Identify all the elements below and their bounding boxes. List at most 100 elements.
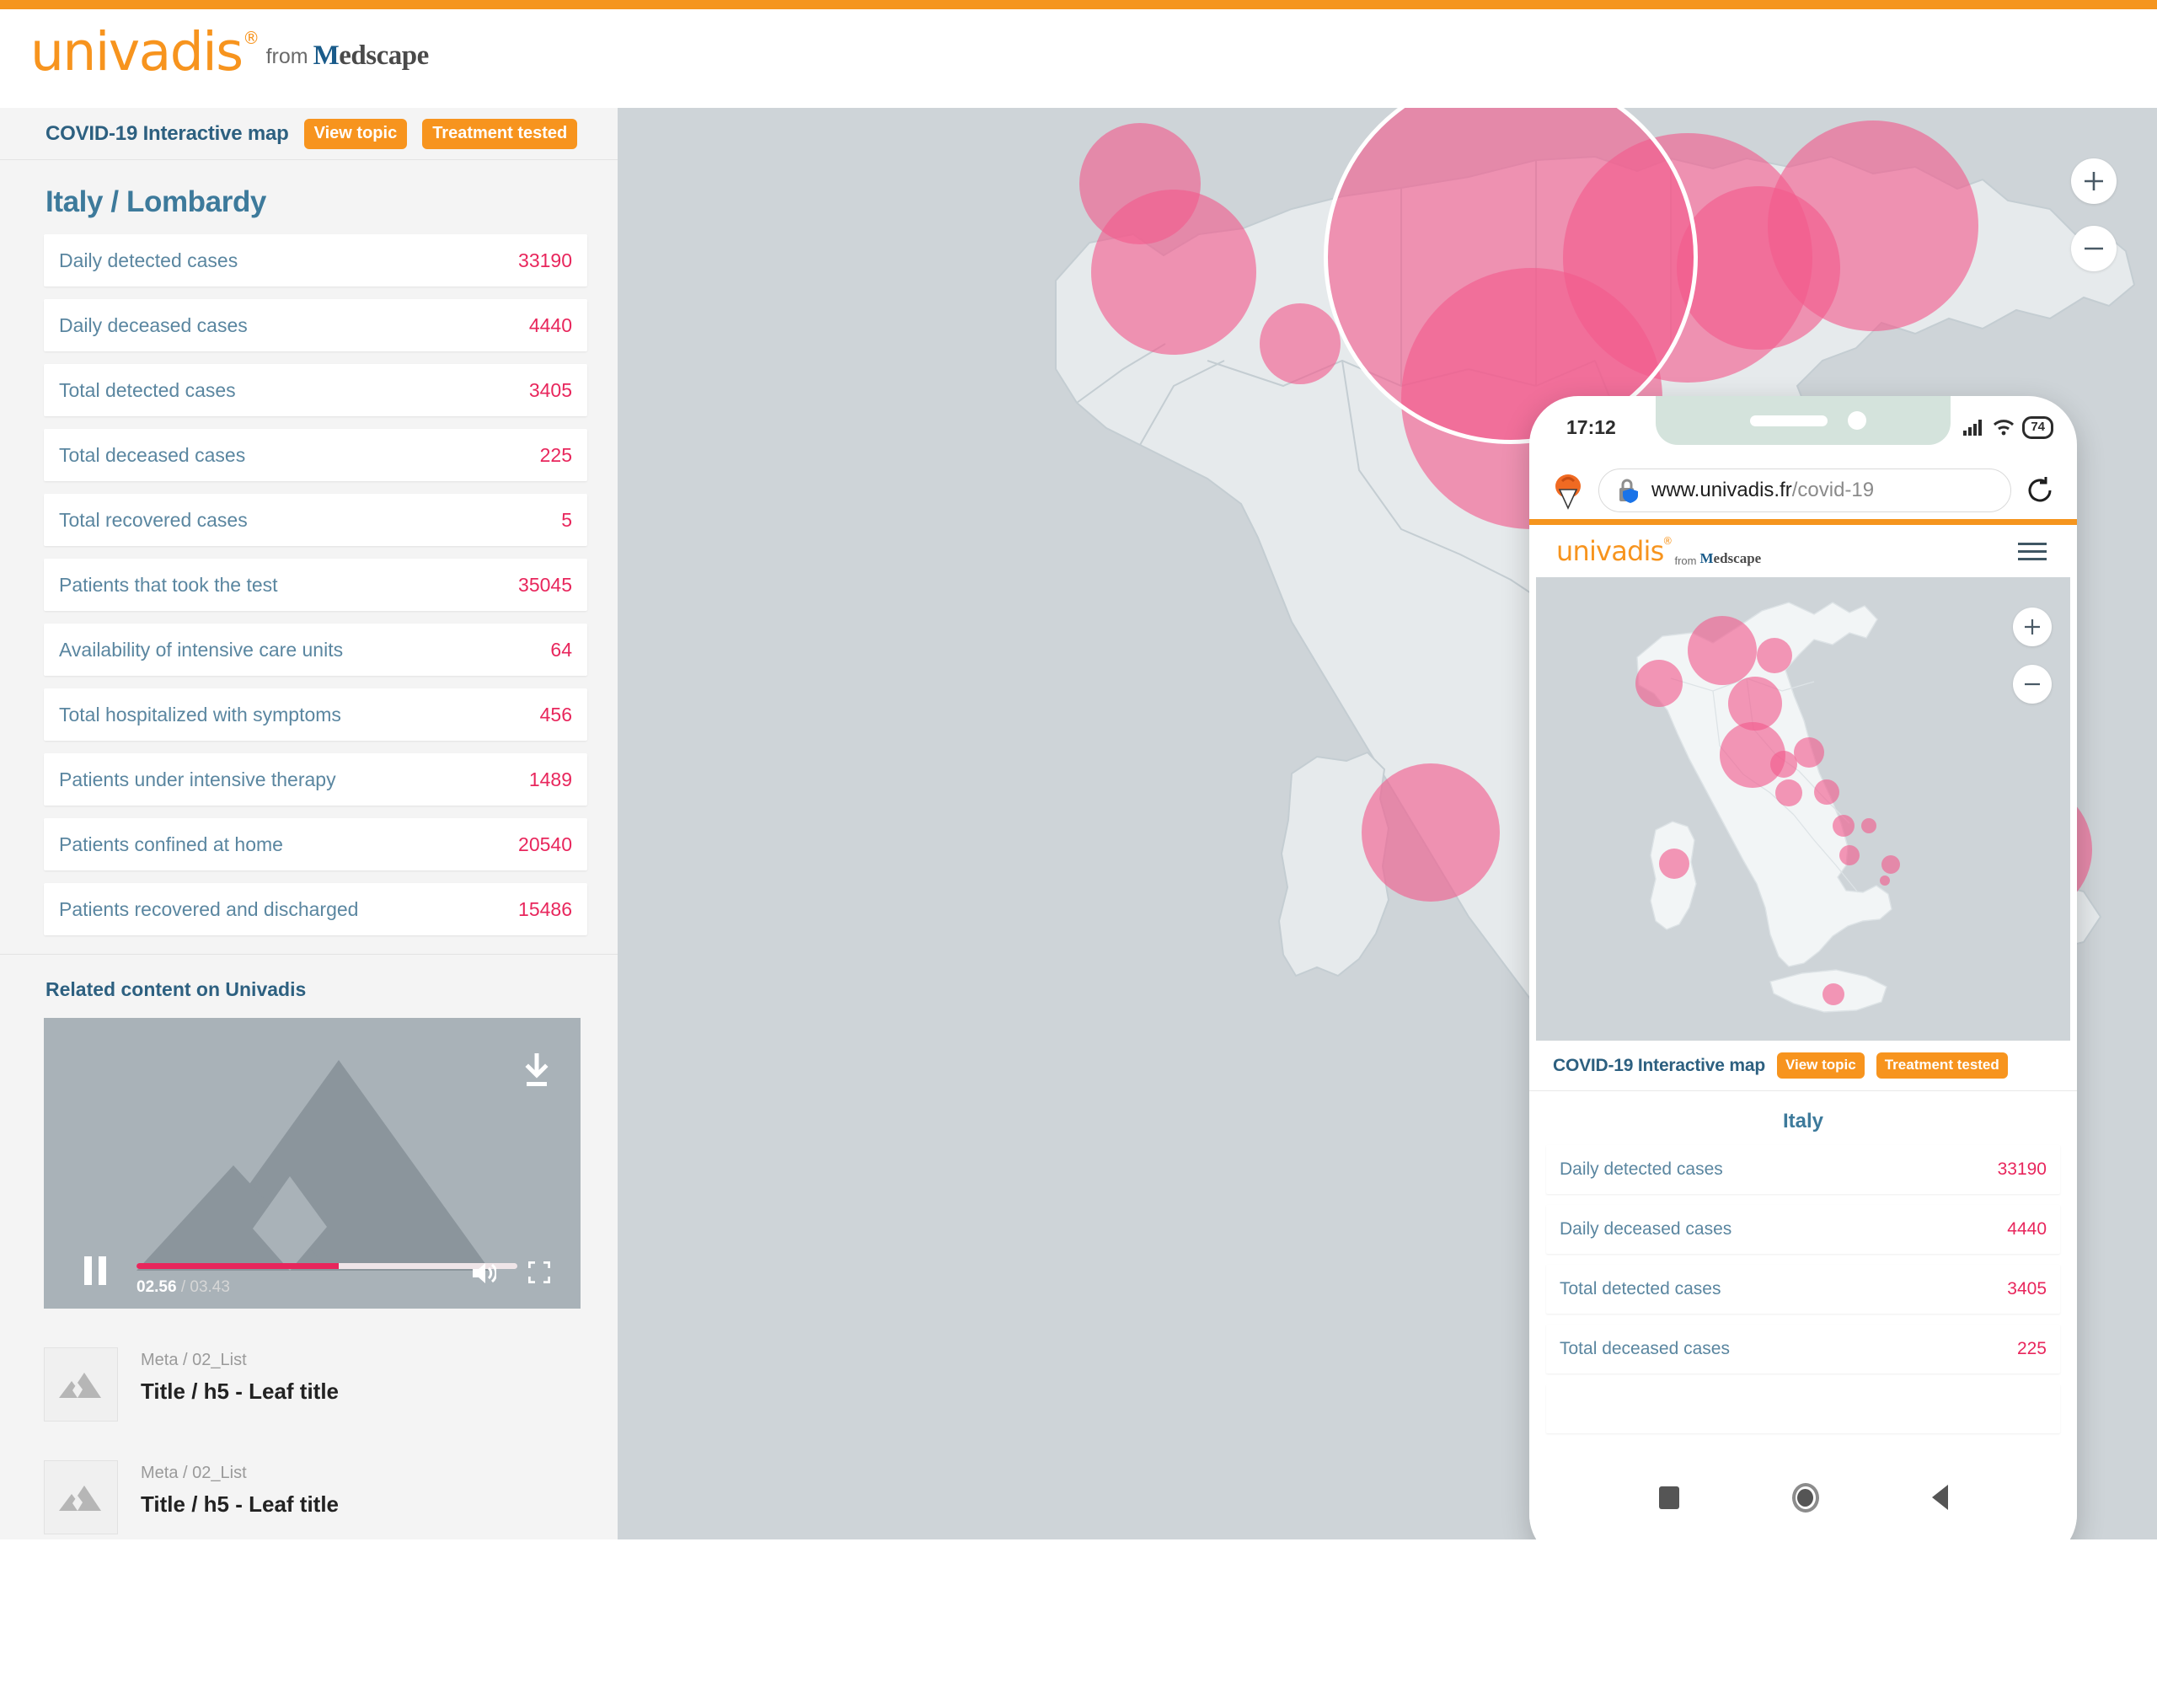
zoom-out-button[interactable]: [2071, 226, 2117, 271]
stat-row[interactable]: Total hospitalized with symptoms 456: [44, 688, 587, 741]
stat-row[interactable]: Total deceased cases 225: [44, 429, 587, 481]
phone-map-bubble[interactable]: [1770, 751, 1797, 778]
stat-row[interactable]: Patients that took the test 35045: [44, 559, 587, 611]
phone-stat-row[interactable]: Daily deceased cases 4440: [1546, 1205, 2060, 1254]
phone-stat-label: Daily detected cases: [1560, 1159, 1723, 1179]
phone-map-bubble[interactable]: [1659, 849, 1689, 879]
univadis-wordmark-text: univadis: [30, 21, 244, 83]
map-bubble[interactable]: [1091, 190, 1256, 355]
phone-map-bubble[interactable]: [1861, 818, 1876, 833]
interactive-map[interactable]: 17:12 74 www.univadis.fr/covid-19 univad…: [618, 108, 2157, 1539]
stat-label: Availability of intensive care units: [59, 638, 344, 661]
zoom-in-button[interactable]: [2071, 158, 2117, 204]
phone-interactive-map[interactable]: [1536, 577, 2070, 1041]
stat-label: Daily detected cases: [59, 249, 238, 271]
phone-stat-row[interactable]: [1546, 1384, 2060, 1433]
phone-logo-from: from: [1674, 554, 1697, 567]
list-item[interactable]: Meta / 02_List Title / h5 - Leaf title: [44, 1347, 618, 1422]
list-item[interactable]: Meta / 02_List Title / h5 - Leaf title: [44, 1460, 618, 1534]
stat-value: 1489: [528, 768, 572, 790]
square-recents-icon[interactable]: [1658, 1486, 1679, 1509]
pause-icon[interactable]: [84, 1256, 106, 1285]
phone-speaker: [1750, 415, 1828, 426]
map-bubble[interactable]: [1260, 303, 1341, 384]
phone-treatment-tested-button[interactable]: Treatment tested: [1876, 1052, 2008, 1079]
stat-row[interactable]: Total recovered cases 5: [44, 494, 587, 546]
list-item-meta: Meta / 02_List: [141, 1464, 247, 1482]
stat-label: Patients under intensive therapy: [59, 768, 336, 790]
wifi-icon: [1994, 420, 2015, 436]
stat-row[interactable]: Total detected cases 3405: [44, 364, 587, 416]
stat-value: 225: [539, 443, 572, 466]
stat-value: 35045: [518, 573, 572, 596]
phone-stat-label: Total detected cases: [1560, 1279, 1721, 1298]
univadis-logo[interactable]: univadis ® from Medscape: [30, 25, 429, 78]
stat-row[interactable]: Patients under intensive therapy 1489: [44, 753, 587, 806]
phone-url-bar: www.univadis.fr/covid-19: [1529, 462, 2077, 519]
list-item-thumbnail: [44, 1460, 118, 1534]
url-host: www.univadis.fr: [1651, 479, 1792, 501]
stat-label: Total hospitalized with symptoms: [59, 703, 341, 725]
phone-map-bubble[interactable]: [1881, 855, 1900, 874]
battery-level: 74: [2031, 420, 2045, 434]
phone-stat-label: Total deceased cases: [1560, 1339, 1730, 1358]
video-controls: 02.56 / 03.43: [44, 1233, 581, 1309]
hamburger-menu-icon[interactable]: [2018, 538, 2047, 565]
medscape-rest: edscape: [339, 40, 429, 71]
video-progress-bar[interactable]: [136, 1263, 517, 1269]
phone-map-bubble[interactable]: [1839, 845, 1860, 865]
map-bubble[interactable]: [1362, 763, 1500, 902]
video-player[interactable]: 02.56 / 03.43: [44, 1018, 581, 1309]
stat-row[interactable]: Patients recovered and discharged 15486: [44, 883, 587, 935]
phone-accent-bar: [1529, 519, 2077, 525]
stat-row[interactable]: Daily detected cases 33190: [44, 234, 587, 286]
url-input[interactable]: www.univadis.fr/covid-19: [1598, 468, 2011, 512]
plus-icon: [2085, 172, 2103, 190]
volume-icon[interactable]: [471, 1261, 496, 1285]
phone-registered-mark: ®: [1662, 535, 1673, 547]
phone-stat-value: 225: [2016, 1339, 2047, 1358]
stat-row[interactable]: Availability of intensive care units 64: [44, 624, 587, 676]
phone-stat-value: 4440: [2007, 1219, 2047, 1239]
list-item-thumbnail: [44, 1347, 118, 1422]
phone-stat-row[interactable]: Total deceased cases 225: [1546, 1325, 2060, 1373]
page-title: COVID-19 Interactive map: [45, 121, 289, 145]
phone-navigation-bar: [1529, 1462, 2077, 1539]
phone-medscape-m: M: [1699, 550, 1714, 566]
firefox-icon[interactable]: [1551, 471, 1585, 510]
circle-home-icon[interactable]: [1791, 1482, 1819, 1513]
logo-from-text: from: [265, 44, 308, 68]
stat-row[interactable]: Daily deceased cases 4440: [44, 299, 587, 351]
download-icon[interactable]: [522, 1053, 552, 1089]
phone-medscape-rest: edscape: [1713, 550, 1762, 566]
phone-map-bubble[interactable]: [1757, 638, 1792, 673]
list-item-meta: Meta / 02_List: [141, 1351, 247, 1369]
phone-map-bubble[interactable]: [1775, 779, 1802, 806]
phone-zoom-out-button[interactable]: [2013, 665, 2052, 704]
fullscreen-icon[interactable]: [528, 1261, 550, 1283]
phone-map-bubble[interactable]: [1814, 779, 1839, 805]
phone-map-bubble[interactable]: [1688, 616, 1757, 685]
phone-zoom-in-button[interactable]: [2013, 608, 2052, 646]
list-item-title[interactable]: Title / h5 - Leaf title: [141, 1379, 339, 1405]
phone-stat-row[interactable]: Daily detected cases 33190: [1546, 1145, 2060, 1194]
treatment-tested-button[interactable]: Treatment tested: [422, 118, 578, 149]
reload-icon[interactable]: [2025, 475, 2055, 506]
phone-stat-row[interactable]: Total detected cases 3405: [1546, 1265, 2060, 1314]
triangle-back-icon[interactable]: [1931, 1485, 1948, 1510]
phone-map-bubble[interactable]: [1822, 983, 1844, 1005]
phone-view-topic-button[interactable]: View topic: [1776, 1052, 1865, 1079]
map-bubble[interactable]: [1768, 120, 1978, 331]
phone-map-bubble[interactable]: [1635, 660, 1683, 707]
list-item-title[interactable]: Title / h5 - Leaf title: [141, 1491, 339, 1518]
phone-map-bubble[interactable]: [1833, 815, 1855, 837]
stat-label: Patients recovered and discharged: [59, 897, 359, 920]
video-current-time: 02.56: [136, 1278, 177, 1296]
phone-univadis-logo[interactable]: univadis ® from Medscape: [1556, 535, 1761, 567]
stat-row[interactable]: Patients confined at home 20540: [44, 818, 587, 870]
phone-map-bubble[interactable]: [1880, 875, 1890, 886]
top-accent-bar: [0, 0, 2157, 9]
status-clock: 17:12: [1566, 416, 1616, 438]
view-topic-button[interactable]: View topic: [303, 118, 408, 149]
phone-map-bubble[interactable]: [1794, 737, 1824, 768]
